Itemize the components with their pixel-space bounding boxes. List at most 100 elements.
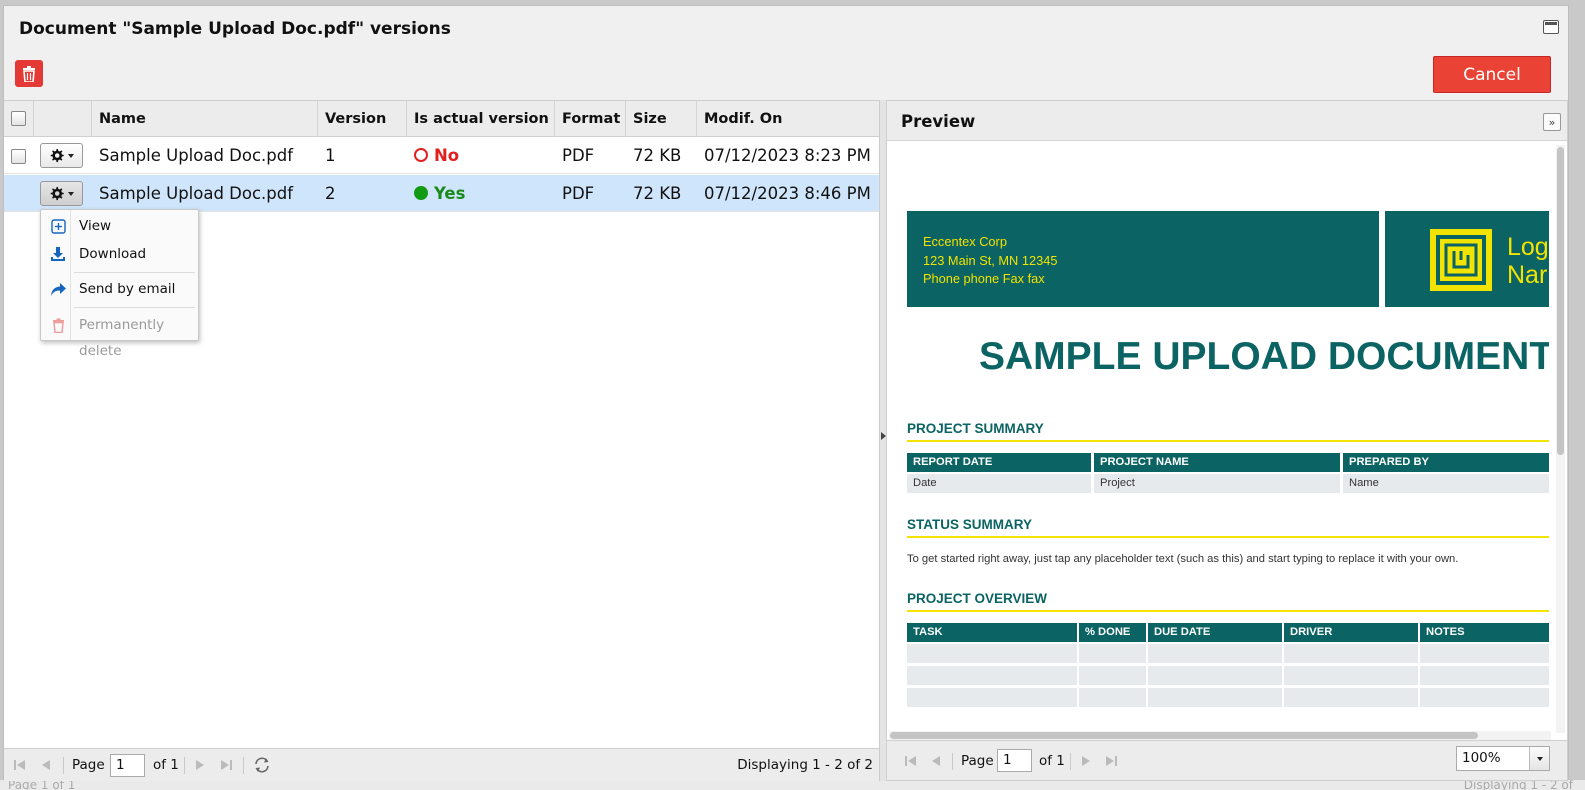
- panel-splitter[interactable]: [879, 100, 886, 781]
- next-page-icon[interactable]: [1078, 753, 1094, 769]
- summary-header: REPORT DATE: [907, 453, 1091, 472]
- table-row[interactable]: Sample Upload Doc.pdf 1 No PDF 72 KB 07/…: [4, 137, 879, 174]
- section-status-summary: STATUS SUMMARY: [907, 517, 1032, 532]
- cell-size: 72 KB: [633, 146, 682, 165]
- preview-header: Preview »: [887, 101, 1567, 141]
- page-total: of 1: [1039, 753, 1065, 769]
- column-header-actual[interactable]: Is actual version: [407, 101, 555, 137]
- preview-title: Preview: [901, 112, 976, 131]
- document-page: Eccentex Corp 123 Main St, MN 12345 Phon…: [907, 141, 1549, 731]
- refresh-icon[interactable]: [252, 757, 272, 773]
- vertical-scrollbar[interactable]: [1556, 145, 1565, 733]
- horizontal-scrollbar[interactable]: [889, 731, 1551, 740]
- pager-separator: [243, 757, 244, 774]
- cell-format: PDF: [562, 146, 595, 165]
- trash-icon: [49, 316, 67, 334]
- collapse-panel-button[interactable]: »: [1543, 113, 1561, 131]
- row-actions-button[interactable]: [40, 143, 83, 168]
- menu-item-download[interactable]: Download: [41, 241, 198, 267]
- delete-button[interactable]: [15, 60, 43, 87]
- menu-item-view[interactable]: View: [41, 213, 198, 239]
- chevron-down-icon: [67, 191, 74, 196]
- scrollbar-thumb[interactable]: [1557, 147, 1564, 455]
- cell-actual: Yes: [407, 175, 555, 212]
- chevron-down-icon: [67, 153, 74, 158]
- last-page-icon[interactable]: [218, 757, 234, 773]
- dialog-title: Document "Sample Upload Doc.pdf" version…: [19, 19, 451, 39]
- gear-icon: [50, 186, 64, 201]
- section-divider: [907, 440, 1549, 442]
- prev-page-icon[interactable]: [38, 757, 54, 773]
- prev-page-icon[interactable]: [928, 753, 944, 769]
- cell-size: 72 KB: [633, 184, 682, 203]
- first-page-icon[interactable]: [903, 753, 919, 769]
- row-checkbox[interactable]: [11, 149, 26, 164]
- dialog-toolbar: Cancel: [4, 50, 1568, 100]
- address-line: 123 Main St, MN 12345: [923, 252, 1058, 268]
- menu-item-label: Send by email: [79, 281, 176, 297]
- maximize-icon[interactable]: [1543, 20, 1559, 34]
- preview-panel: Preview » Eccentex Corp 123 Main St, MN …: [886, 100, 1568, 781]
- pager-separator: [63, 757, 64, 774]
- overview-cell: [1079, 688, 1146, 707]
- column-header-size[interactable]: Size: [626, 101, 697, 137]
- overview-cell: [1284, 688, 1418, 707]
- overview-cell: [1420, 688, 1549, 707]
- cell-version: 1: [325, 146, 336, 165]
- versions-grid: Name Version Is actual version Format Si…: [4, 100, 879, 781]
- summary-value: Project: [1094, 474, 1340, 493]
- column-header-name[interactable]: Name: [92, 101, 318, 137]
- document-header-block: Eccentex Corp 123 Main St, MN 12345 Phon…: [907, 211, 1379, 307]
- section-project-overview: PROJECT OVERVIEW: [907, 591, 1048, 606]
- section-divider: [907, 610, 1549, 612]
- menu-separator: [74, 272, 195, 273]
- table-row[interactable]: Sample Upload Doc.pdf 2 Yes PDF 72 KB 07…: [4, 175, 879, 212]
- preview-page-input[interactable]: 1: [997, 749, 1032, 772]
- overview-cell: [1148, 644, 1282, 663]
- overview-header: % DONE: [1079, 623, 1146, 642]
- logo-text: Log Nar: [1507, 233, 1549, 289]
- last-page-icon[interactable]: [1103, 753, 1119, 769]
- page-label: Page: [961, 753, 994, 769]
- overview-header: NOTES: [1420, 623, 1549, 642]
- page-label: Page: [72, 757, 105, 773]
- pager-separator: [1070, 753, 1071, 770]
- zoom-select[interactable]: 100%: [1456, 746, 1550, 771]
- pager-separator: [184, 757, 185, 774]
- cell-actual: No: [407, 137, 555, 174]
- overview-cell: [1284, 644, 1418, 663]
- share-arrow-icon: [49, 280, 67, 298]
- row-actions-button[interactable]: [40, 181, 83, 206]
- overview-cell: [907, 666, 1077, 685]
- first-page-icon[interactable]: [12, 757, 28, 773]
- overview-cell: [907, 644, 1077, 663]
- actual-dot-icon: [414, 186, 428, 200]
- column-header-version[interactable]: Version: [318, 101, 407, 137]
- column-header-modified[interactable]: Modif. On: [697, 101, 879, 137]
- select-all-checkbox[interactable]: [11, 111, 26, 126]
- menu-item-label: View: [79, 218, 112, 234]
- pager-separator: [952, 753, 953, 770]
- page-input[interactable]: 1: [110, 754, 145, 777]
- cell-name: Sample Upload Doc.pdf: [99, 184, 294, 203]
- cell-modified: 07/12/2023 8:46 PM: [704, 184, 871, 203]
- next-page-icon[interactable]: [192, 757, 208, 773]
- scrollbar-thumb[interactable]: [890, 732, 1478, 739]
- status-body-text: To get started right away, just tap any …: [907, 553, 1459, 565]
- menu-item-send-email[interactable]: Send by email: [41, 276, 198, 302]
- overview-header: DRIVER: [1284, 623, 1418, 642]
- preview-document-viewport[interactable]: Eccentex Corp 123 Main St, MN 12345 Phon…: [887, 141, 1549, 731]
- overview-cell: [1420, 644, 1549, 663]
- display-count-text: Displaying 1 - 2 of 2: [737, 757, 873, 773]
- column-header-format[interactable]: Format: [555, 101, 626, 137]
- overview-cell: [1079, 644, 1146, 663]
- cancel-button[interactable]: Cancel: [1433, 56, 1551, 93]
- select-all-column: [4, 101, 34, 137]
- logo-icon: [1430, 229, 1492, 291]
- actual-status-text: Yes: [434, 184, 466, 203]
- cell-modified: 07/12/2023 8:23 PM: [704, 146, 871, 165]
- preview-pager: Page 1 of 1 100%: [887, 740, 1567, 780]
- overview-header: DUE DATE: [1148, 623, 1282, 642]
- section-divider: [907, 536, 1549, 538]
- not-actual-ring-icon: [414, 148, 428, 162]
